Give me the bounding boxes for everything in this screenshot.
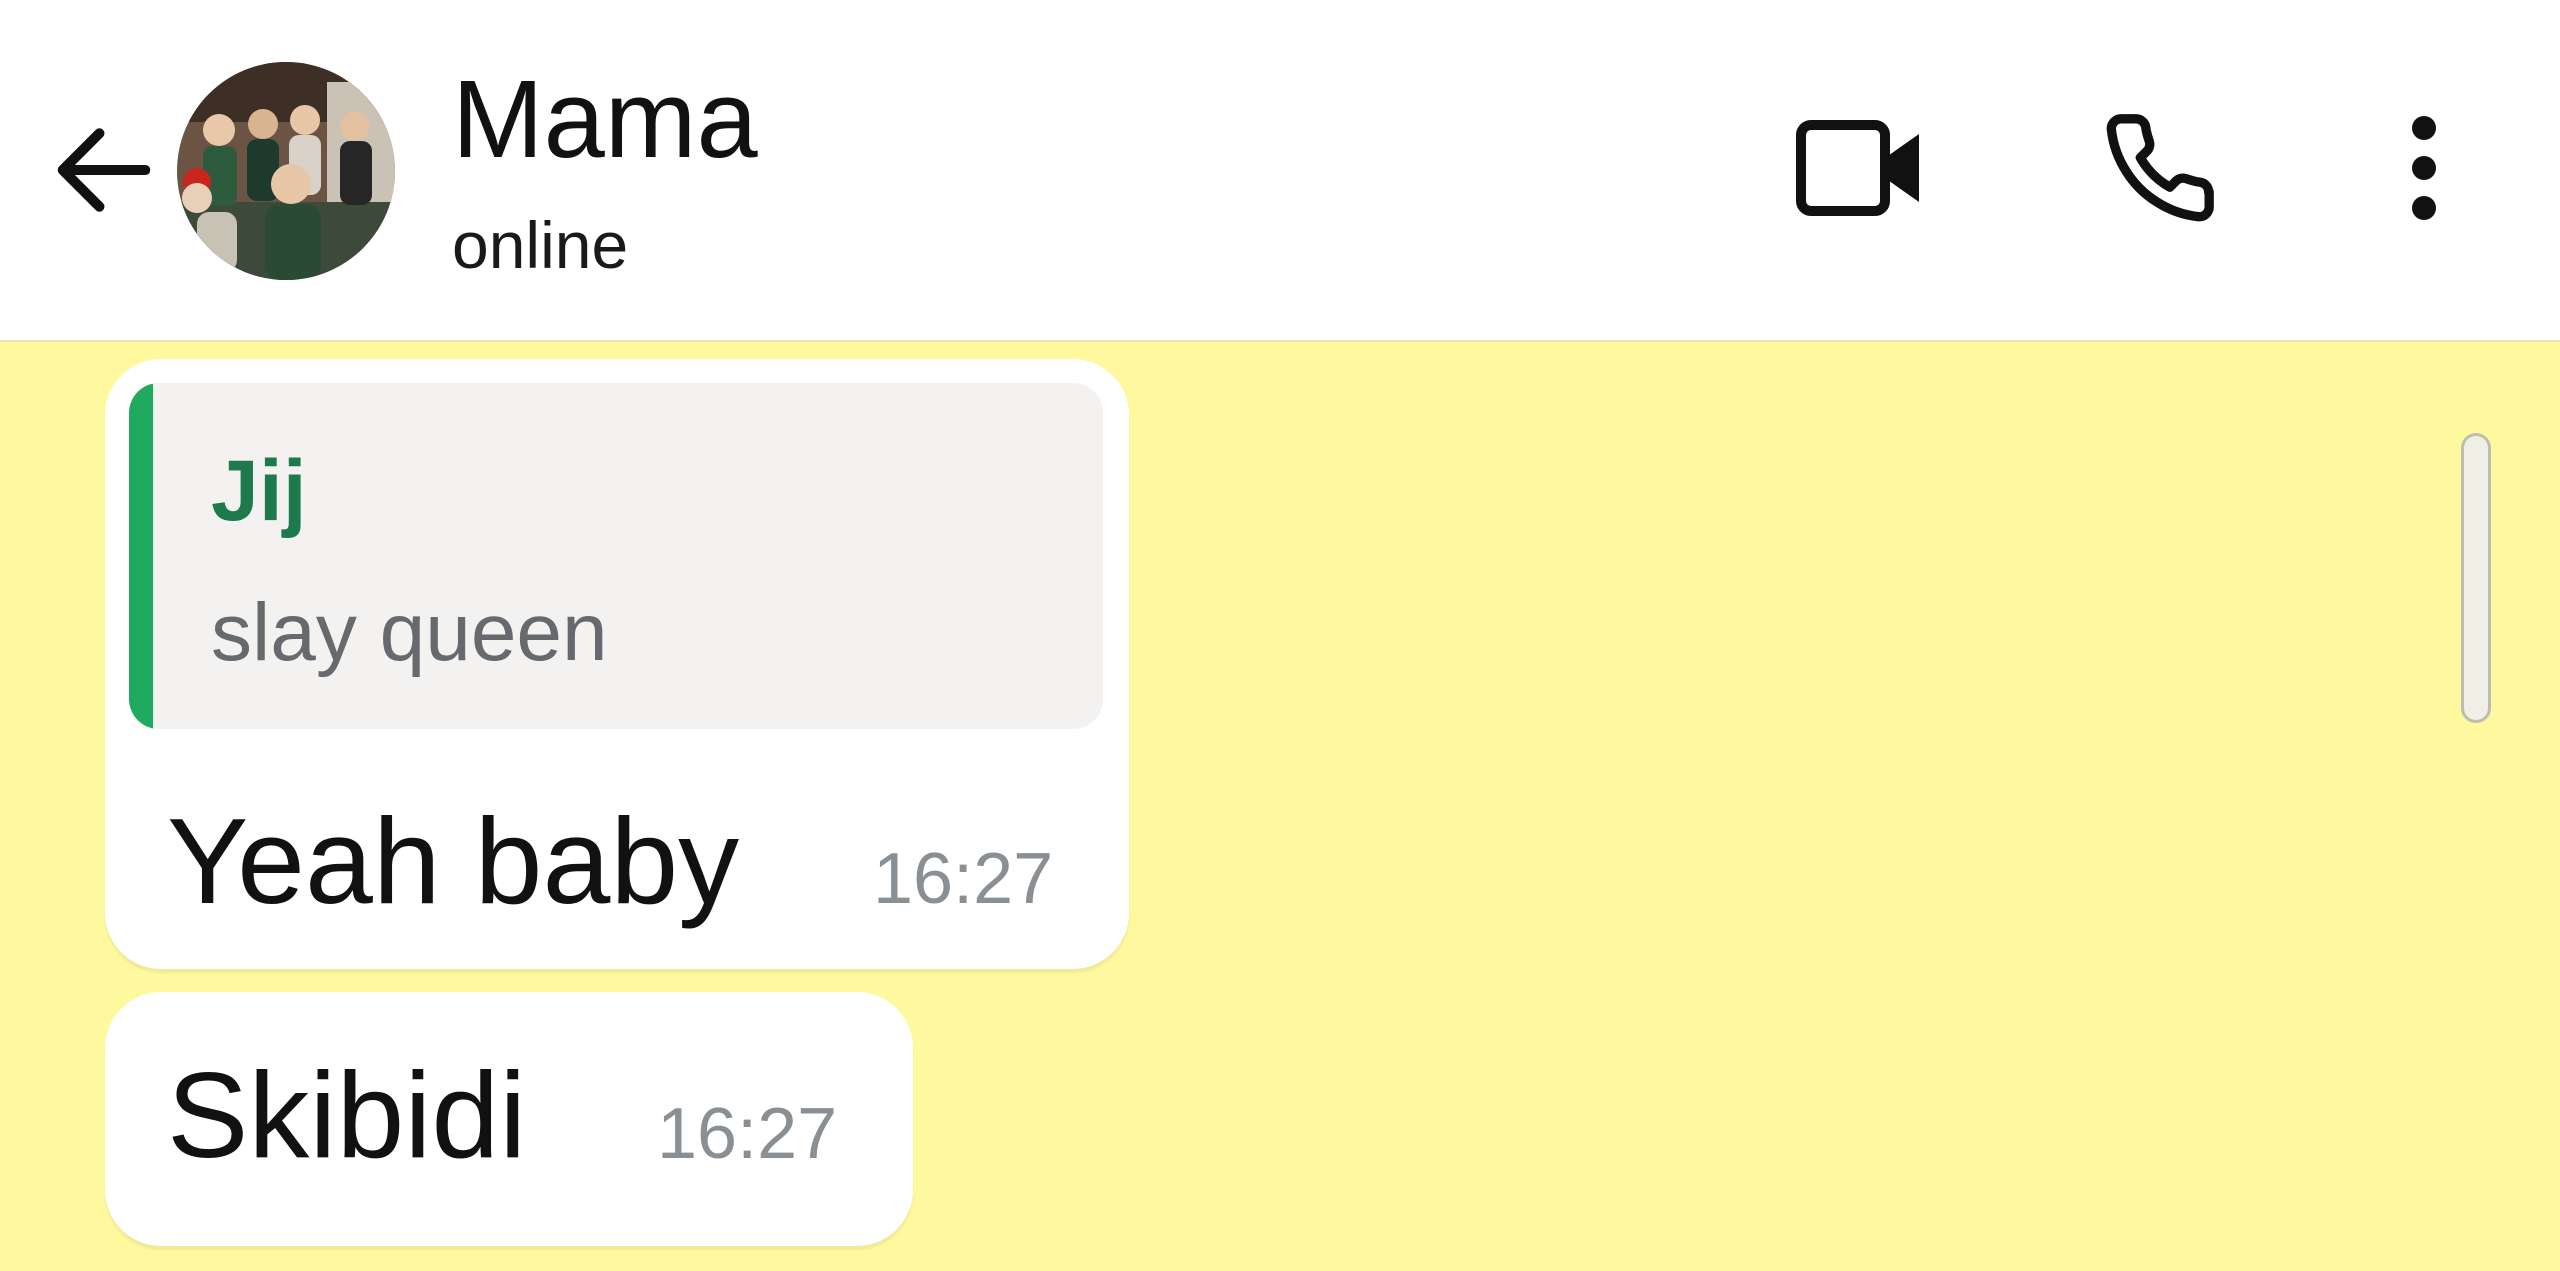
video-camera-icon <box>1796 118 1924 223</box>
contact-name[interactable]: Mama <box>452 60 758 180</box>
scrollbar[interactable] <box>2461 433 2491 723</box>
quoted-text: slay queen <box>211 587 608 678</box>
message-bubble[interactable]: Skibidi 16:27 <box>105 992 913 1246</box>
quoted-sender: Jij <box>211 443 307 539</box>
message-time: 16:27 <box>873 839 1054 919</box>
more-vertical-icon <box>2404 113 2444 228</box>
more-options-button[interactable] <box>2380 100 2468 240</box>
voice-call-button[interactable] <box>2085 100 2235 240</box>
quote-accent-bar <box>129 383 153 729</box>
contact-avatar[interactable] <box>177 62 395 280</box>
phone-icon <box>2101 109 2219 232</box>
chat-header: Mama online <box>0 0 2560 342</box>
message-text: Yeah baby <box>167 793 740 929</box>
contact-status: online <box>452 208 629 282</box>
message-bubble[interactable]: Jij slay queen Yeah baby 16:27 <box>105 359 1129 969</box>
quoted-message[interactable]: Jij slay queen <box>129 383 1103 729</box>
message-text: Skibidi <box>167 1047 527 1183</box>
chat-area[interactable]: Jij slay queen Yeah baby 16:27 Skibidi 1… <box>0 342 2560 1271</box>
arrow-left-icon <box>49 115 159 230</box>
back-button[interactable] <box>44 112 164 232</box>
message-time: 16:27 <box>657 1094 838 1174</box>
video-call-button[interactable] <box>1780 100 1940 240</box>
